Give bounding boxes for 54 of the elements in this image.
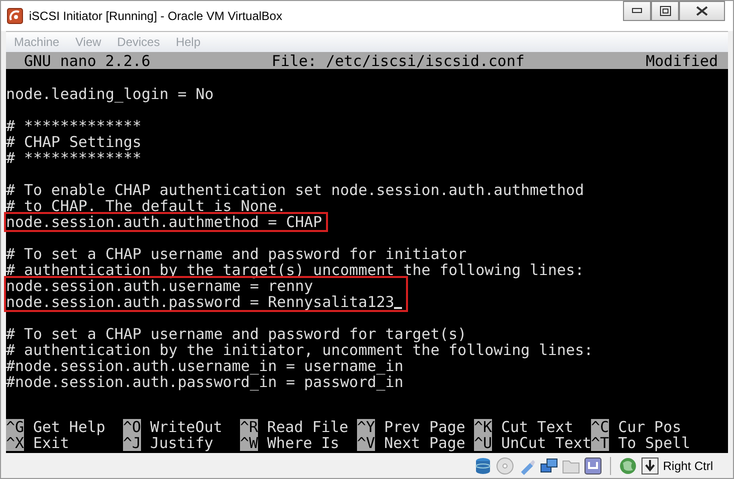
shortcut-key: ^W <box>240 435 258 452</box>
minimize-button[interactable] <box>623 1 651 21</box>
host-key-icon <box>640 456 659 475</box>
network-icon[interactable] <box>540 456 558 475</box>
globe-icon[interactable] <box>618 456 637 475</box>
code-line: # to CHAP. The default is None. <box>6 196 286 215</box>
shortcut-key: ^V <box>357 435 376 452</box>
shortcut-key: ^R <box>240 419 258 436</box>
host-key-label: Right Ctrl <box>662 458 713 473</box>
maximize-icon <box>660 6 670 16</box>
modified-status: Modified <box>646 52 718 69</box>
shortcut-label: Justify <box>150 435 214 452</box>
shortcut-label: To Spell <box>618 435 690 452</box>
maximize-button[interactable] <box>651 1 679 21</box>
code-line: # authentication by the initiator, uncomment the following lines: <box>6 340 593 359</box>
app-icon <box>7 8 23 24</box>
minimize-icon <box>632 8 642 14</box>
shortcut-label: Cut Text <box>501 419 574 436</box>
shortcut-key: ^C <box>591 419 610 436</box>
file-name: File: /etc/iscsi/iscsid.conf <box>272 52 525 69</box>
display-icon[interactable] <box>584 456 602 475</box>
code-line: node.session.auth.authmethod = CHAP <box>6 212 322 231</box>
shortcut-label: Read File <box>267 419 348 436</box>
shortcut-key: ^O <box>123 419 142 436</box>
shortcut-key: ^Y <box>357 419 376 436</box>
shortcut-key: ^U <box>474 435 492 452</box>
code-line: # To set a CHAP username and password for initiator <box>6 244 467 263</box>
code-line: # To set a CHAP username and password for target(s) <box>6 324 467 343</box>
close-button[interactable] <box>679 1 725 21</box>
shortcut-key: ^T <box>591 435 610 452</box>
shortcut-key: ^X <box>6 435 24 452</box>
code-line: node.leading_login = No <box>6 84 214 103</box>
code-line: # CHAP Settings <box>6 132 142 151</box>
window-title: iSCSI Initiator [Running] - Oracle VM VirtualBox <box>29 8 282 23</box>
close-icon <box>696 6 708 16</box>
code-line: node.session.auth.username = renny <box>6 276 314 295</box>
code-line: # To enable CHAP authentication set node.session.auth.authmethod <box>6 180 584 199</box>
shortcut-key: ^J <box>123 435 142 452</box>
code-line: # ************* <box>6 116 142 135</box>
shortcut-label: Prev Page <box>384 419 466 436</box>
code-line: #node.session.auth.password_in = password_in <box>6 372 404 391</box>
shortcut-label: Get Help <box>33 419 106 436</box>
shortcut-label: Exit <box>33 435 70 452</box>
shortcut-label: Where Is <box>267 435 340 452</box>
shortcut-key: ^K <box>474 419 492 436</box>
hard-disk-icon[interactable] <box>474 456 492 475</box>
shortcut-key: ^G <box>6 419 24 436</box>
nano-version: GNU nano 2.2.6 <box>24 52 150 69</box>
code-line: node.session.auth.password = Rennysalita123 <box>6 292 394 311</box>
shortcut-label: UnCut Text <box>501 435 592 452</box>
shortcut-label: Next Page <box>384 435 466 452</box>
shortcut-label: Cur Pos <box>618 419 682 436</box>
shortcut-label: WriteOut <box>150 419 222 436</box>
code-line: #node.session.auth.username_in = username_in <box>6 356 404 375</box>
